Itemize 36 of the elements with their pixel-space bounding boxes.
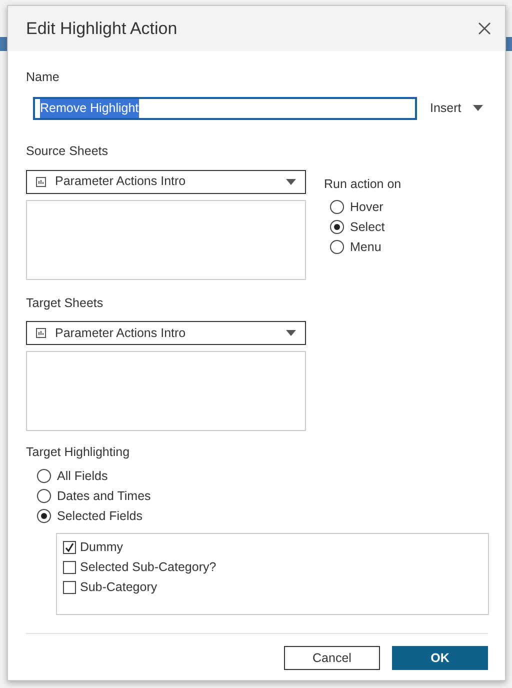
name-label: Name [26, 69, 60, 86]
radio-button[interactable] [37, 489, 51, 503]
sheet-dropdown[interactable]: Parameter Actions Intro [26, 321, 306, 346]
insert-button[interactable]: Insert [430, 98, 484, 118]
dropdown-caret-icon [286, 330, 296, 336]
bar-chart-icon [36, 176, 46, 186]
radio-label[interactable]: Dates and Times [57, 486, 151, 506]
checkbox[interactable] [63, 540, 76, 554]
section-label: Target Sheets [26, 294, 104, 312]
checkbox-label[interactable]: Selected Sub-Category? [80, 558, 216, 576]
close-icon [478, 22, 490, 35]
radio-label[interactable]: Hover [350, 198, 384, 217]
radio-button[interactable] [330, 200, 344, 214]
section-label: Source Sheets [26, 142, 109, 160]
radio-label[interactable]: Selected Fields [57, 506, 142, 526]
sheet-dropdown[interactable]: Parameter Actions Intro [26, 170, 306, 194]
radio-label[interactable]: All Fields [57, 466, 108, 486]
radio-button[interactable] [37, 469, 51, 483]
bar-chart-icon [36, 328, 46, 338]
dialog-title: Edit Highlight Action [26, 18, 178, 40]
ok-button[interactable]: OK [392, 646, 488, 670]
run-action-label: Run action on [324, 176, 402, 192]
checkbox-label[interactable]: Dummy [80, 538, 124, 556]
checkbox[interactable] [63, 560, 76, 574]
dropdown-caret-icon [286, 178, 296, 184]
caret-icon [473, 105, 484, 112]
checkbox-label[interactable]: Sub-Category [80, 578, 158, 596]
cancel-button[interactable]: Cancel [284, 646, 380, 670]
radio-button[interactable] [330, 220, 344, 234]
name-field[interactable]: Remove Highlight [33, 96, 417, 120]
radio-button[interactable] [330, 240, 344, 254]
section-label: Target Highlighting [26, 444, 131, 462]
radio-label[interactable]: Select [350, 218, 385, 237]
checkbox[interactable] [63, 580, 76, 594]
radio-button[interactable] [37, 509, 51, 523]
radio-label[interactable]: Menu [350, 238, 382, 257]
